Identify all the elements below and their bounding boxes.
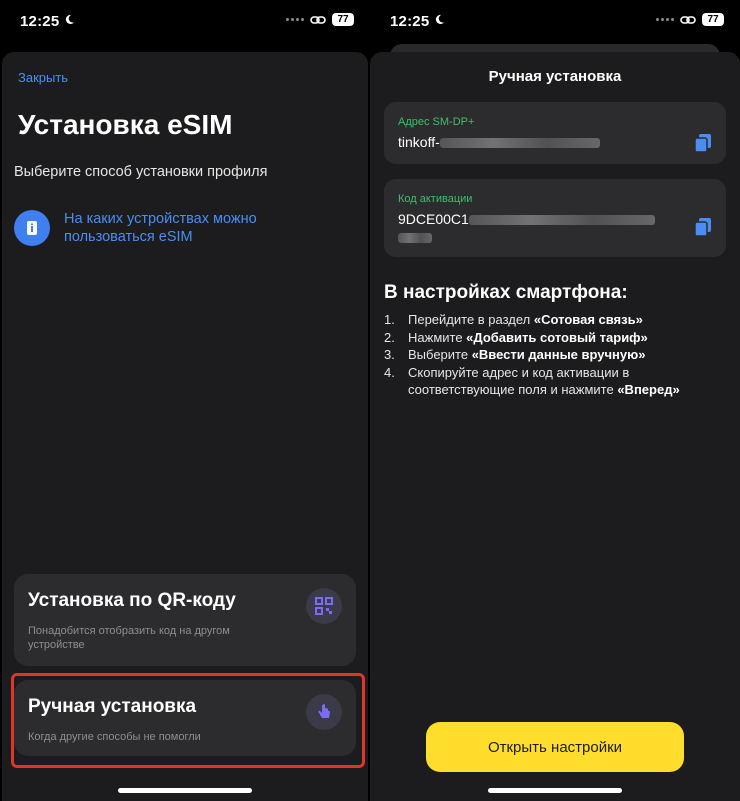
sheet-title: Ручная установка <box>488 68 622 85</box>
open-settings-button[interactable]: Открыть настройки <box>426 722 684 772</box>
subtitle: Выберите способ установки профиля <box>14 164 268 180</box>
signal-icon <box>286 18 304 21</box>
sm-dp-value: tinkoff- <box>398 134 600 150</box>
list-item: 4. Скопируйте адрес и код активации в со… <box>384 364 680 398</box>
instructions-list: 1. Перейдите в раздел «Сотовая связь» 2.… <box>384 311 724 399</box>
sm-dp-label: Адрес SM-DP+ <box>398 116 475 128</box>
instructions-title: В настройках смартфона: <box>384 282 628 303</box>
page-title: Установка eSIM <box>18 109 233 140</box>
status-time: 12:25 <box>20 13 60 30</box>
list-item: 3. Выберите «Ввести данные вручную» <box>384 347 646 362</box>
battery-indicator: 77 <box>702 13 724 26</box>
list-item: 2. Нажмите «Добавить сотовый тариф» <box>384 329 648 345</box>
qr-code-icon <box>306 588 342 624</box>
copy-icon[interactable] <box>694 133 712 153</box>
link-icon <box>680 15 696 24</box>
list-item: 1. Перейдите в раздел «Сотовая связь» <box>384 312 643 327</box>
bottom-sheet <box>370 52 740 801</box>
home-indicator <box>118 788 252 793</box>
activation-value: 9DCE00C1 <box>398 211 655 244</box>
info-icon <box>14 210 50 246</box>
qr-option-title: Установка по QR-коду <box>28 590 236 611</box>
status-bar: 12:25 77 <box>370 0 740 44</box>
activation-label: Код активации <box>398 193 473 205</box>
devices-info-row[interactable]: На каких устройствах можно пользоваться … <box>14 210 304 246</box>
status-bar: 12:25 77 <box>0 0 370 44</box>
qr-install-option[interactable]: Установка по QR-коду Понадобится отобраз… <box>14 574 356 666</box>
redacted-text <box>439 138 600 149</box>
sm-dp-field: Адрес SM-DP+ tinkoff- <box>384 102 726 164</box>
activation-code-field: Код активации 9DCE00C1 <box>384 179 726 257</box>
esim-install-screen: 12:25 77 Закрыть Установка eSIM Выберите… <box>0 0 370 801</box>
battery-indicator: 77 <box>332 13 354 26</box>
highlight-frame <box>11 673 365 768</box>
link-icon <box>310 15 326 24</box>
redacted-text <box>398 233 432 244</box>
qr-option-desc: Понадобится отобразить код на другом уст… <box>28 625 230 651</box>
moon-icon <box>65 14 75 25</box>
moon-icon <box>435 14 445 25</box>
home-indicator <box>488 788 622 793</box>
redacted-text <box>468 215 655 226</box>
status-time: 12:25 <box>390 13 430 30</box>
devices-link[interactable]: На каких устройствах можно пользоваться … <box>64 210 304 246</box>
signal-icon <box>656 18 674 21</box>
manual-install-screen: 12:25 77 Ручная установка Адрес SM-DP+ t… <box>370 0 740 801</box>
close-link[interactable]: Закрыть <box>18 70 68 85</box>
copy-icon[interactable] <box>694 217 712 237</box>
